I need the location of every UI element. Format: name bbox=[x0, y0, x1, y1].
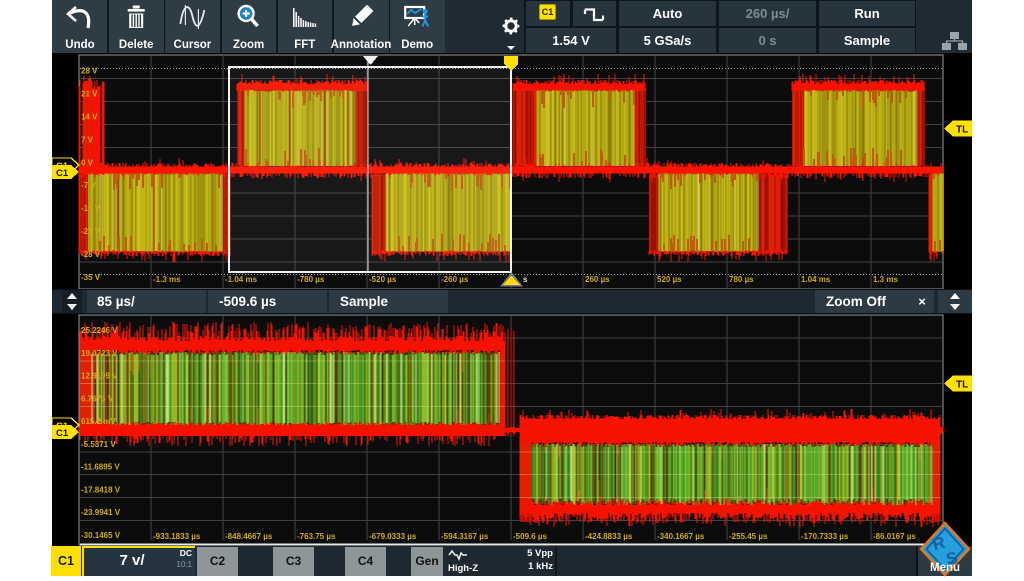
svg-text:12.9199 V: 12.9199 V bbox=[81, 372, 118, 381]
svg-text:-424.8833 µs: -424.8833 µs bbox=[585, 532, 633, 541]
svg-text:-933.1833 µs: -933.1833 µs bbox=[153, 532, 201, 541]
svg-text:-170.7333 µs: -170.7333 µs bbox=[801, 532, 849, 541]
svg-text:28 V: 28 V bbox=[81, 67, 98, 76]
svg-text:-17.8418 V: -17.8418 V bbox=[81, 485, 121, 494]
svg-text:-255.45 µs: -255.45 µs bbox=[729, 532, 768, 541]
svg-text:6.7676 V: 6.7676 V bbox=[81, 394, 114, 403]
svg-text:-35 V: -35 V bbox=[81, 273, 101, 282]
svg-text:-21 V: -21 V bbox=[81, 227, 101, 236]
svg-text:25.2246 V: 25.2246 V bbox=[81, 326, 118, 335]
svg-text:1.04 ms: 1.04 ms bbox=[801, 275, 831, 284]
svg-text:-28 V: -28 V bbox=[81, 250, 101, 259]
svg-text:C1: C1 bbox=[56, 168, 69, 179]
svg-text:-848.4667 µs: -848.4667 µs bbox=[225, 532, 273, 541]
svg-text:19.0723 V: 19.0723 V bbox=[81, 349, 118, 358]
svg-text:14 V: 14 V bbox=[81, 113, 98, 122]
svg-text:-30.1465 V: -30.1465 V bbox=[81, 531, 121, 540]
svg-text:780 µs: 780 µs bbox=[729, 275, 754, 284]
svg-text:-11.6895 V: -11.6895 V bbox=[81, 463, 120, 472]
svg-text:-7 V: -7 V bbox=[81, 181, 96, 190]
svg-text:520 µs: 520 µs bbox=[657, 275, 682, 284]
svg-text:-5.5371 V: -5.5371 V bbox=[81, 440, 116, 449]
svg-text:-520 µs: -520 µs bbox=[369, 275, 397, 284]
svg-text:-509.6 µs: -509.6 µs bbox=[513, 532, 548, 541]
svg-text:260 µs: 260 µs bbox=[585, 275, 610, 284]
svg-text:0 V: 0 V bbox=[81, 158, 94, 167]
svg-text:-86.0167 µs: -86.0167 µs bbox=[873, 532, 916, 541]
svg-text:-14 V: -14 V bbox=[81, 204, 101, 213]
svg-text:-679.0333 µs: -679.0333 µs bbox=[369, 532, 417, 541]
svg-text:-1.3 ms: -1.3 ms bbox=[153, 275, 181, 284]
svg-text:-594.3167 µs: -594.3167 µs bbox=[441, 532, 489, 541]
svg-text:-260 µs: -260 µs bbox=[441, 275, 469, 284]
svg-text:-340.1667 µs: -340.1667 µs bbox=[657, 532, 705, 541]
svg-text:7 V: 7 V bbox=[81, 135, 94, 144]
svg-text:C1: C1 bbox=[56, 428, 69, 439]
svg-text:21 V: 21 V bbox=[81, 90, 98, 99]
svg-text:-23.9941 V: -23.9941 V bbox=[81, 508, 121, 517]
svg-text:-763.75 µs: -763.75 µs bbox=[297, 532, 336, 541]
svg-text:-780 µs: -780 µs bbox=[297, 275, 325, 284]
svg-text:TL: TL bbox=[956, 380, 968, 391]
svg-text:s: s bbox=[523, 275, 528, 284]
svg-text:TL: TL bbox=[956, 125, 968, 136]
svg-text:1.3 ms: 1.3 ms bbox=[873, 275, 898, 284]
svg-text:-1.04 ms: -1.04 ms bbox=[225, 275, 258, 284]
svg-text:615.2 mV: 615.2 mV bbox=[81, 417, 116, 426]
